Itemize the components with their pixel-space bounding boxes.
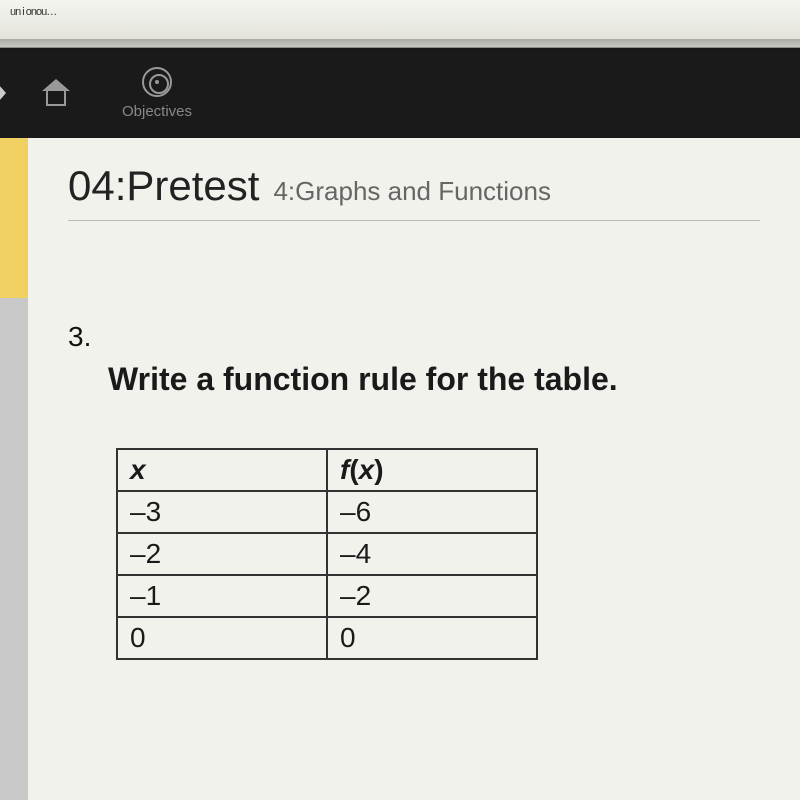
margin-yellow bbox=[0, 138, 28, 298]
toolbar-shadow bbox=[0, 39, 800, 53]
browser-toolbar: un i onou… bbox=[0, 0, 800, 48]
table-row: –2 –4 bbox=[117, 533, 537, 575]
nav-objectives-label: Objectives bbox=[122, 103, 192, 120]
cell-x: –2 bbox=[117, 533, 327, 575]
table-header-fx: f(x) bbox=[327, 449, 537, 491]
page-content: 04:Pretest 4:Graphs and Functions 3. Wri… bbox=[28, 138, 800, 800]
target-icon bbox=[142, 67, 172, 97]
cell-x: –1 bbox=[117, 575, 327, 617]
nav-objectives-button[interactable]: Objectives bbox=[122, 67, 192, 120]
browser-partial-text: un i onou… bbox=[10, 6, 56, 18]
app-nav-bar: Objectives bbox=[0, 48, 800, 138]
page-subtitle: 4:Graphs and Functions bbox=[273, 176, 551, 207]
page-title: 04:Pretest bbox=[68, 162, 259, 210]
nav-arrow-icon[interactable] bbox=[0, 77, 6, 109]
cell-fx: –2 bbox=[327, 575, 537, 617]
left-margin bbox=[0, 138, 28, 800]
function-table: x f(x) –3 –6 –2 –4 –1 –2 0 bbox=[116, 448, 538, 660]
table-header-row: x f(x) bbox=[117, 449, 537, 491]
table-row: –1 –2 bbox=[117, 575, 537, 617]
cell-x: 0 bbox=[117, 617, 327, 659]
cell-fx: –6 bbox=[327, 491, 537, 533]
home-icon bbox=[40, 79, 72, 107]
table-row: 0 0 bbox=[117, 617, 537, 659]
nav-home-button[interactable] bbox=[40, 79, 72, 107]
cell-fx: –4 bbox=[327, 533, 537, 575]
title-divider bbox=[68, 220, 760, 221]
cell-fx: 0 bbox=[327, 617, 537, 659]
content-wrap: 04:Pretest 4:Graphs and Functions 3. Wri… bbox=[0, 138, 800, 800]
question-number: 3. bbox=[68, 321, 760, 353]
margin-gray bbox=[0, 298, 28, 800]
question-prompt: Write a function rule for the table. bbox=[108, 361, 760, 398]
table-row: –3 –6 bbox=[117, 491, 537, 533]
table-header-x: x bbox=[117, 449, 327, 491]
title-row: 04:Pretest 4:Graphs and Functions bbox=[68, 162, 760, 210]
cell-x: –3 bbox=[117, 491, 327, 533]
